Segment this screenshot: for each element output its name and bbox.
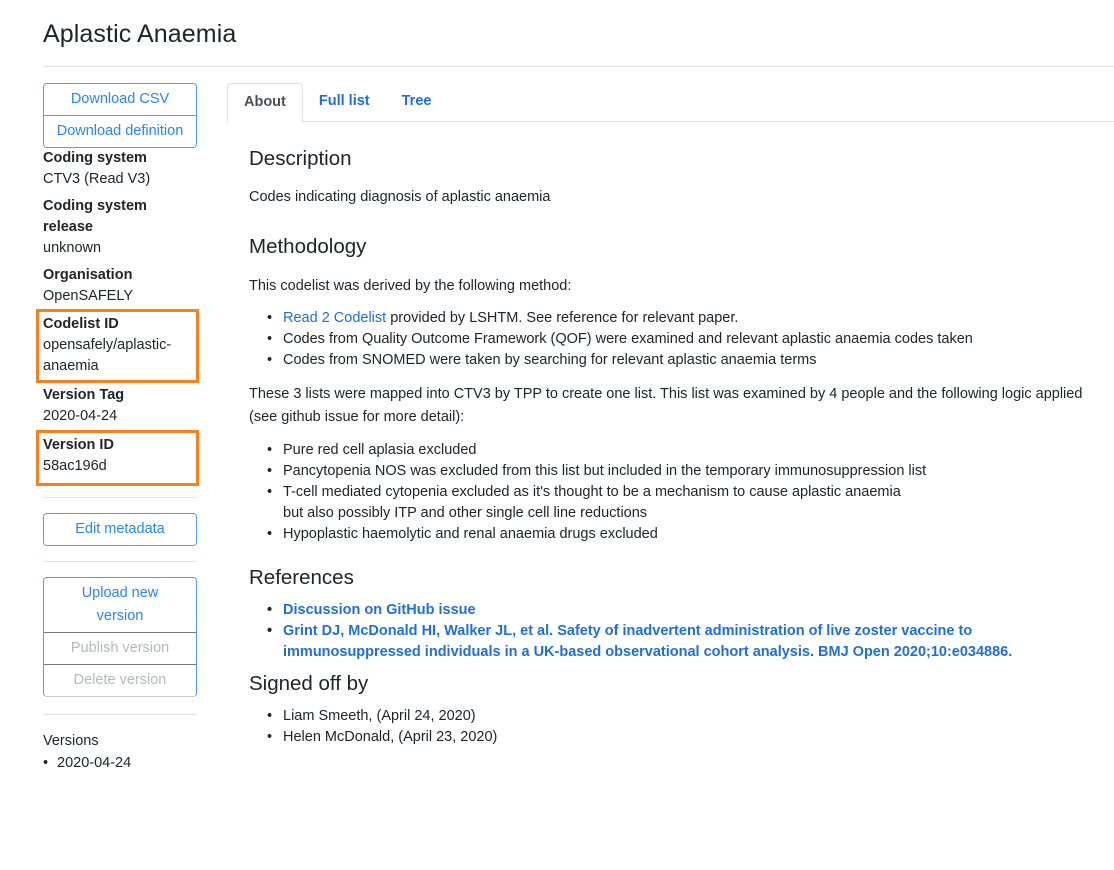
publish-version-button[interactable]: Publish version	[44, 632, 196, 664]
method-item: Read 2 Codelist provided by LSHTM. See r…	[267, 308, 1104, 329]
reference-item: Grint DJ, McDonald HI, Walker JL, et al.…	[267, 621, 1073, 663]
logic-item: T-cell mediated cytopenia excluded as it…	[267, 482, 923, 524]
version-item[interactable]: 2020-04-24	[43, 755, 197, 771]
versions-list: 2020-04-24	[43, 755, 197, 771]
meta-value: 58ac196d	[43, 458, 107, 474]
bmj-paper-link[interactable]: Grint DJ, McDonald HI, Walker JL, et al.…	[283, 623, 1012, 660]
meta-organisation: Organisation OpenSAFELY	[43, 265, 197, 313]
methodology-intro: This codelist was derived by the followi…	[249, 278, 572, 294]
tab-full-list[interactable]: Full list	[303, 83, 386, 122]
sidebar-divider	[43, 561, 197, 562]
logic-item: Pancytopenia NOS was excluded from this …	[267, 461, 1089, 482]
page-title: Aplastic Anaemia	[43, 20, 237, 48]
mapping-paragraph: These 3 lists were mapped into CTV3 by T…	[249, 386, 1083, 425]
logic-item: Hypoplastic haemolytic and renal anaemia…	[267, 524, 1089, 545]
tab-tree[interactable]: Tree	[386, 83, 448, 122]
versions-heading: Versions	[43, 733, 99, 749]
description-heading: Description	[249, 147, 352, 170]
meta-label: Version ID	[43, 437, 114, 453]
meta-label: Codelist ID	[43, 316, 119, 332]
method-item: Codes from Quality Outcome Framework (QO…	[267, 329, 1104, 350]
references-heading: References	[249, 566, 354, 589]
edit-metadata-button[interactable]: Edit metadata	[44, 514, 196, 545]
signoff-heading: Signed off by	[249, 672, 369, 695]
method-list: Read 2 Codelist provided by LSHTM. See r…	[249, 308, 1104, 371]
meta-label: Version Tag	[43, 387, 125, 403]
delete-version-button[interactable]: Delete version	[44, 664, 196, 696]
sidebar-divider	[43, 497, 197, 498]
reference-item: Discussion on GitHub issue	[267, 600, 1104, 621]
download-button-group: Download CSV Download definition	[43, 83, 197, 148]
edit-metadata-group: Edit metadata	[43, 513, 197, 546]
upload-new-version-button[interactable]: Upload new version	[65, 578, 175, 632]
meta-coding-system-release: Coding system release unknown	[43, 196, 173, 265]
download-definition-button[interactable]: Download definition	[44, 115, 196, 147]
sidebar: Download CSV Download definition Coding …	[36, 83, 199, 771]
signoff-list: Liam Smeeth, (April 24, 2020) Helen McDo…	[249, 706, 1104, 748]
download-csv-button[interactable]: Download CSV	[44, 84, 196, 115]
meta-version-tag: Version Tag 2020-04-24	[43, 383, 197, 430]
title-divider	[43, 66, 1114, 67]
sidebar-divider	[43, 714, 197, 715]
signoff-item: Liam Smeeth, (April 24, 2020)	[267, 706, 1104, 727]
page: Aplastic Anaemia Download CSV Download d…	[0, 0, 1114, 870]
tab-about[interactable]: About	[227, 83, 303, 123]
signoff-item: Helen McDonald, (April 23, 2020)	[267, 727, 1104, 748]
logic-list: Pure red cell aplasia excluded Pancytope…	[249, 440, 1089, 545]
main-content: About Full list Tree Description Codes i…	[227, 83, 1114, 748]
meta-label: Coding system	[43, 150, 147, 166]
description-text: Codes indicating diagnosis of aplastic a…	[249, 189, 551, 205]
meta-codelist-id: Codelist ID opensafely/aplastic-anaemia	[36, 309, 199, 383]
version-actions-group: Upload new version Publish version Delet…	[43, 577, 197, 697]
references-list: Discussion on GitHub issue Grint DJ, McD…	[249, 600, 1104, 663]
metadata-list: Coding system CTV3 (Read V3) Coding syst…	[36, 148, 199, 486]
meta-value: CTV3 (Read V3)	[43, 171, 151, 187]
github-issue-link[interactable]: Discussion on GitHub issue	[283, 602, 476, 618]
meta-version-id: Version ID 58ac196d	[36, 430, 199, 486]
meta-label: Coding system release	[43, 198, 147, 235]
meta-value: OpenSAFELY	[43, 288, 134, 304]
meta-value: opensafely/aplastic-anaemia	[43, 337, 172, 374]
meta-value: unknown	[43, 240, 102, 256]
logic-item: Pure red cell aplasia excluded	[267, 440, 1089, 461]
method-item-text: provided by LSHTM. See reference for rel…	[386, 310, 739, 326]
about-panel: Description Codes indicating diagnosis o…	[227, 147, 1114, 748]
meta-coding-system: Coding system CTV3 (Read V3)	[43, 148, 197, 196]
tab-bar: About Full list Tree	[227, 83, 1114, 123]
method-item: Codes from SNOMED were taken by searchin…	[267, 350, 1104, 371]
read2-codelist-link[interactable]: Read 2 Codelist	[283, 310, 386, 326]
methodology-heading: Methodology	[249, 235, 367, 258]
meta-label: Organisation	[43, 267, 133, 283]
meta-value: 2020-04-24	[43, 408, 118, 424]
